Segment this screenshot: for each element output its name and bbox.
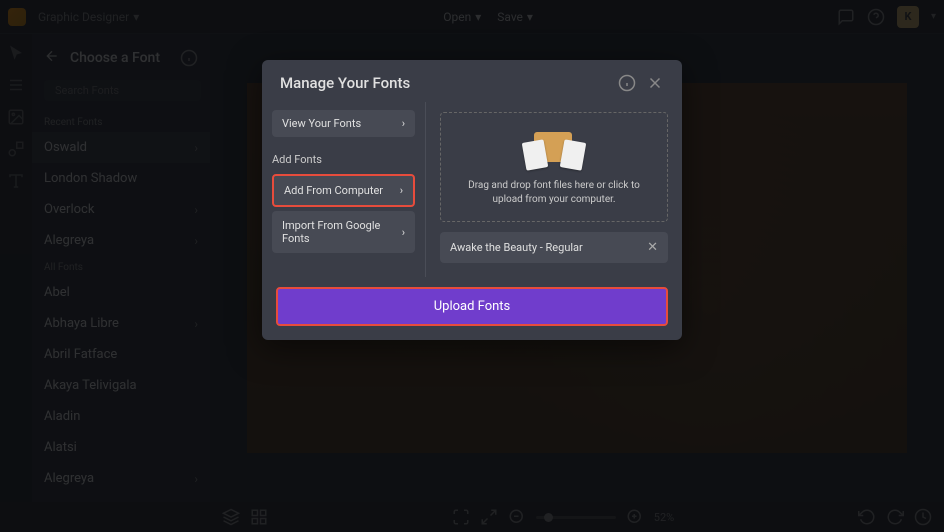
uploaded-font-item: Awake the Beauty - Regular ✕ [440,232,668,263]
modal-overlay: Manage Your Fonts View Your Fonts › Add … [0,0,944,532]
close-icon[interactable] [646,74,664,92]
import-google-fonts-button[interactable]: Import From Google Fonts › [272,211,415,253]
upload-button-label: Upload Fonts [434,299,511,314]
import-google-label: Import From Google Fonts [282,219,402,245]
modal-title: Manage Your Fonts [280,74,410,92]
chevron-right-icon: › [402,117,405,130]
info-icon[interactable] [618,74,636,92]
manage-fonts-modal: Manage Your Fonts View Your Fonts › Add … [262,60,682,340]
upload-fonts-button[interactable]: Upload Fonts [276,287,668,326]
view-your-fonts-button[interactable]: View Your Fonts › [272,110,415,137]
uploaded-font-name: Awake the Beauty - Regular [450,241,583,254]
add-computer-label: Add From Computer [284,184,383,197]
font-dropzone[interactable]: Drag and drop font files here or click t… [440,112,668,222]
chevron-right-icon: › [402,226,405,239]
chevron-right-icon: › [400,184,403,197]
view-fonts-label: View Your Fonts [282,117,361,130]
add-fonts-label: Add Fonts [272,153,415,166]
dropzone-text: Drag and drop font files here or click t… [453,179,655,207]
add-from-computer-button[interactable]: Add From Computer › [272,174,415,207]
remove-font-icon[interactable]: ✕ [647,240,658,255]
dropzone-illustration [522,127,586,171]
